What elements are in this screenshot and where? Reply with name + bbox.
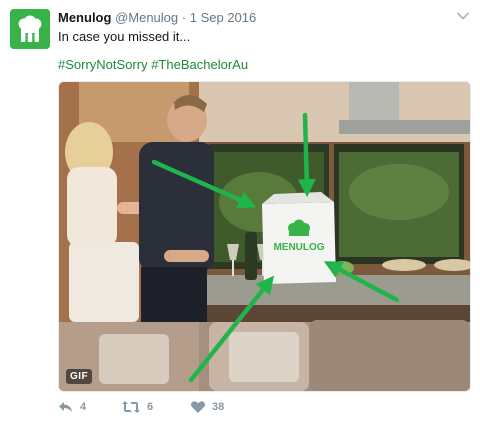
reply-icon [59, 402, 72, 412]
retweet-button[interactable]: 6 [121, 397, 153, 417]
tweet-header: Menulog @Menulog · 1 Sep 2016 [58, 10, 256, 26]
avatar[interactable] [10, 9, 50, 49]
retweet-icon [122, 401, 140, 413]
tweet-hashtags: #SorryNotSorry #TheBachelorAu [58, 57, 248, 73]
retweet-count: 6 [147, 401, 154, 413]
tweet-date[interactable]: 1 Sep 2016 [190, 10, 257, 25]
tweet-text: In case you missed it... [58, 29, 191, 44]
menulog-logo-icon [10, 9, 50, 49]
gif-scene-image: MENULOG [59, 82, 470, 391]
tweet-media-gif[interactable]: MENULOG GIF [58, 81, 471, 392]
like-count: 38 [212, 401, 225, 413]
author-handle[interactable]: @Menulog [115, 10, 178, 25]
hashtag-sorrynotsorry[interactable]: #SorryNotSorry [58, 57, 148, 72]
separator: · [181, 10, 187, 25]
reply-count: 4 [80, 401, 87, 413]
hashtag-thebachelorau[interactable]: #TheBachelorAu [151, 57, 248, 72]
author-name[interactable]: Menulog [58, 10, 111, 25]
chevron-down-icon [457, 12, 469, 20]
tweet-card: Menulog @Menulog · 1 Sep 2016 In case yo… [0, 0, 480, 423]
heart-icon [191, 401, 205, 413]
like-button[interactable]: 38 [190, 397, 224, 417]
bag-logo-text: MENULOG [273, 242, 324, 253]
more-options-button[interactable] [456, 9, 470, 23]
reply-button[interactable]: 4 [58, 397, 86, 417]
gif-badge: GIF [66, 369, 93, 384]
